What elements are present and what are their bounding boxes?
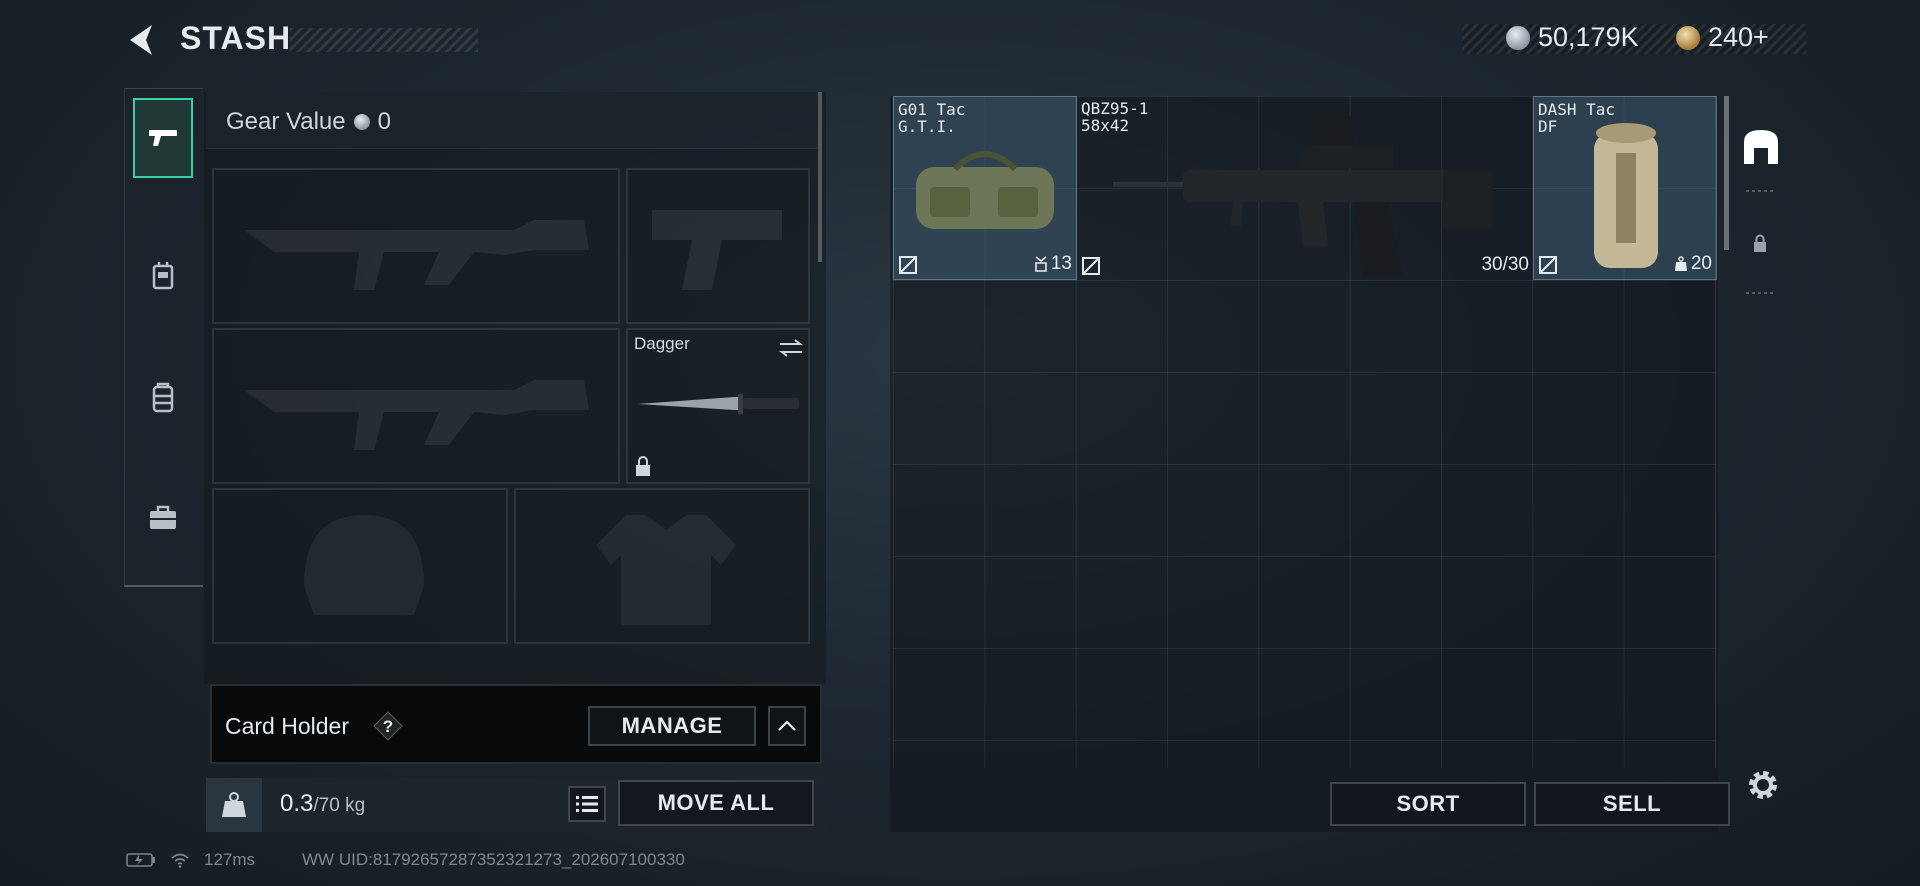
rifle-icon	[1113, 116, 1493, 276]
item-capacity-value: 13	[1050, 253, 1072, 274]
collapse-button[interactable]	[768, 706, 806, 746]
title-decoration	[290, 28, 478, 52]
item-weight-value: 20	[1690, 253, 1712, 274]
silver-currency[interactable]: 50,179K	[1506, 22, 1639, 53]
weight-icon-box	[206, 778, 262, 832]
stash-rail	[1732, 96, 1788, 836]
sort-button[interactable]: SORT	[1330, 782, 1526, 826]
uninsured-icon	[1082, 257, 1100, 275]
melee-slot-label: Dagger	[634, 334, 690, 353]
stash-item-rifle[interactable]: QBZ95-1 58x42 30/30	[1077, 96, 1533, 280]
pistol-icon	[149, 130, 177, 146]
gear-value-amount: 0	[377, 108, 391, 135]
ping-value: 127ms	[204, 850, 256, 869]
item-ammo: 30/30	[1481, 254, 1529, 276]
rail-divider	[1746, 292, 1776, 294]
item-name-line2: G.T.I.	[898, 117, 956, 136]
capacity-icon	[1035, 256, 1047, 272]
lock-icon	[636, 456, 650, 476]
help-text: ?	[383, 717, 393, 736]
silver-coin-icon	[1506, 25, 1530, 50]
gold-currency[interactable]: 240+	[1676, 22, 1769, 53]
silver-coin-icon	[353, 114, 370, 130]
user-uid: WW UID:81792657287352321273_202607100330	[302, 850, 685, 869]
vest-silhouette-icon	[596, 515, 736, 625]
duffel-tube-icon	[1594, 123, 1658, 268]
battery-icon	[126, 853, 155, 867]
uninsured-icon	[899, 256, 917, 274]
pistol-slot[interactable]	[626, 168, 810, 324]
stash-item-backpack[interactable]: G01 Tac G.T.I. 13	[893, 96, 1077, 280]
stash-scrollbar[interactable]	[1724, 96, 1729, 250]
backpack-icon	[152, 382, 174, 413]
sell-button[interactable]: SELL	[1534, 782, 1730, 826]
gear-icon[interactable]	[1746, 768, 1780, 802]
melee-slot[interactable]: Dagger	[626, 328, 810, 484]
status-bar: 127ms	[126, 850, 255, 870]
duffel-bag-icon	[916, 151, 1054, 229]
wifi-icon	[171, 853, 189, 868]
weight-max: /70 kg	[313, 795, 366, 816]
category-rig[interactable]	[133, 236, 193, 316]
primary-weapon-slot[interactable]	[212, 168, 620, 324]
item-name: G01 Tac G.T.I.	[898, 101, 965, 135]
manage-button[interactable]: MANAGE	[588, 706, 756, 746]
secondary-weapon-slot[interactable]	[212, 328, 620, 484]
gear-value-label: Gear Value	[226, 108, 346, 135]
item-ammo-value: 30/30	[1481, 254, 1529, 275]
list-icon	[576, 796, 598, 812]
uninsured-icon	[1539, 256, 1557, 274]
gear-value: Gear Value 0	[226, 108, 391, 136]
card-holder-label: Card Holder	[225, 713, 349, 739]
weight-capacity: 0.3/70 kg	[280, 790, 365, 818]
help-icon[interactable]: ?	[372, 710, 404, 742]
gold-coin-icon	[1676, 25, 1700, 50]
page-title: STASH	[180, 20, 292, 56]
silver-currency-value: 50,179K	[1538, 22, 1639, 52]
lock-icon[interactable]	[1752, 234, 1768, 254]
category-weapons[interactable]	[133, 98, 193, 178]
rifle-silhouette-icon	[244, 220, 589, 290]
category-medical[interactable]	[133, 478, 193, 558]
list-view-button[interactable]	[568, 786, 606, 822]
helmet-silhouette-icon	[304, 515, 424, 615]
back-arrow-icon[interactable]	[124, 22, 160, 58]
weight-current: 0.3	[280, 790, 314, 817]
item-weight: 20	[1674, 253, 1712, 275]
loadout-scrollbar[interactable]	[818, 92, 822, 262]
chevron-up-icon	[778, 720, 796, 731]
move-all-button[interactable]: MOVE ALL	[618, 780, 814, 826]
swap-icon[interactable]	[778, 338, 804, 358]
rail-divider	[1746, 190, 1776, 192]
weight-bag-icon	[1674, 256, 1687, 271]
category-backpack[interactable]	[133, 358, 193, 438]
pistol-silhouette-icon	[652, 210, 782, 290]
stash-tab-icon[interactable]	[1740, 126, 1782, 166]
helmet-slot[interactable]	[212, 488, 508, 644]
armor-slot[interactable]	[514, 488, 810, 644]
item-capacity: 13	[1034, 253, 1072, 275]
medkit-icon	[150, 505, 176, 529]
dagger-icon	[638, 394, 799, 414]
rig-icon	[152, 262, 174, 290]
stash-item-bag[interactable]: DASH Tac DF 20	[1533, 96, 1717, 280]
rifle-silhouette-icon	[244, 380, 589, 450]
item-name-line1: G01 Tac	[898, 100, 966, 119]
weight-icon	[222, 792, 246, 817]
gold-currency-value: 240+	[1708, 22, 1769, 52]
